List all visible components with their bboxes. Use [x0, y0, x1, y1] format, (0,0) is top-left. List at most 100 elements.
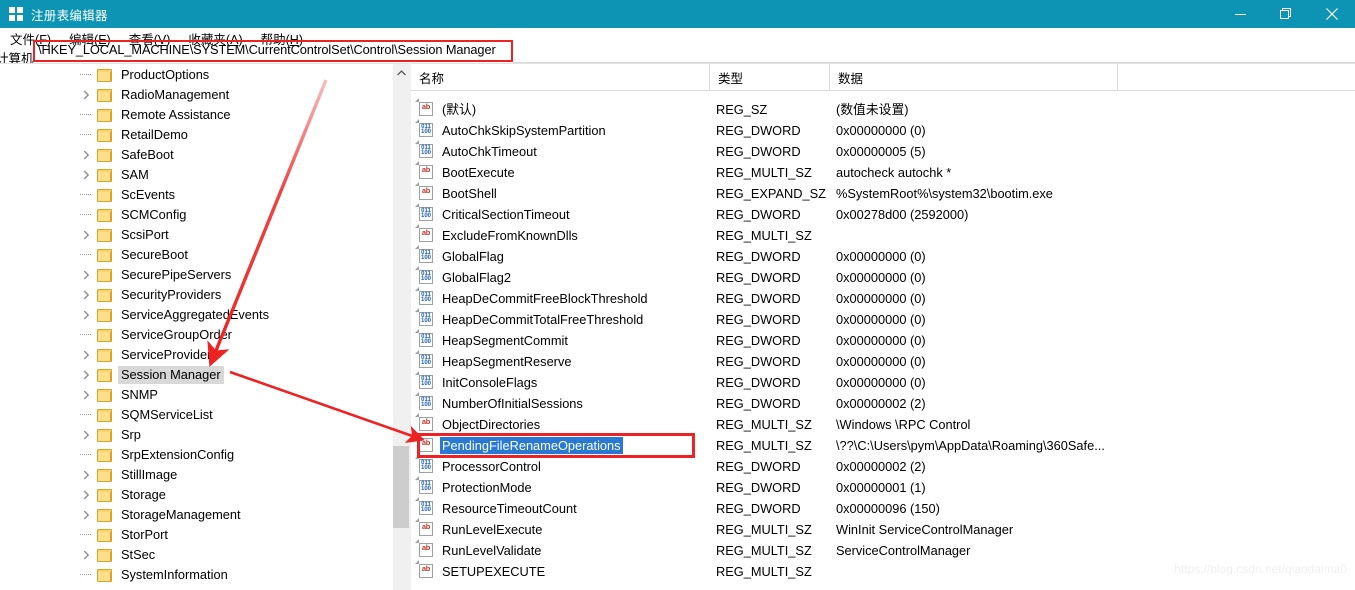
- value-data: 0x00000001 (1): [836, 480, 926, 495]
- table-row[interactable]: ab BootShell REG_EXPAND_SZ %SystemRoot%\sys…: [411, 182, 1355, 204]
- minimize-button[interactable]: [1217, 0, 1263, 28]
- tree-item-servicegrouporder[interactable]: ServiceGroupOrder: [0, 325, 393, 345]
- chevron-right-icon[interactable]: [78, 225, 94, 245]
- value-type: REG_MULTI_SZ: [716, 438, 812, 453]
- string-value-icon: ab: [415, 560, 434, 579]
- address-bar[interactable]: 计算机 \HKEY_LOCAL_MACHINE\SYSTEM\CurrentCo…: [0, 40, 1355, 66]
- table-row[interactable]: ab RunLevelExecute REG_MULTI_SZ WinInit Ser…: [411, 518, 1355, 540]
- tree-item-label: StorPort: [121, 527, 168, 542]
- table-row[interactable]: 011 100 AutoChkTimeout REG_DWORD 0x00000005 …: [411, 140, 1355, 162]
- table-row[interactable]: 011 100 ProtectionMode REG_DWORD 0x00000001 …: [411, 476, 1355, 498]
- chevron-right-icon[interactable]: [78, 485, 94, 505]
- tree-item-snmp[interactable]: SNMP: [0, 385, 393, 405]
- chevron-right-icon[interactable]: [78, 365, 94, 385]
- value-data: %SystemRoot%\system32\bootim.exe: [836, 186, 1053, 201]
- tree-item-stsec[interactable]: StSec: [0, 545, 393, 565]
- value-data: \??\C:\Users\pym\AppData\Roaming\360Safe…: [836, 438, 1105, 453]
- table-row[interactable]: 011 100 AutoChkSkipSystemPartition REG_DWOR…: [411, 119, 1355, 141]
- table-row[interactable]: 011 100 InitConsoleFlags REG_DWORD 0x0000000…: [411, 371, 1355, 393]
- value-type: REG_DWORD: [716, 249, 801, 264]
- tree-item-label: StSec: [121, 547, 156, 562]
- column-header-data[interactable]: 数据: [830, 64, 1118, 90]
- value-data: 0x00000000 (0): [836, 270, 926, 285]
- tree-item-safeboot[interactable]: SafeBoot: [0, 145, 393, 165]
- tree-scrollbar[interactable]: [393, 64, 409, 590]
- value-data: 0x00000096 (150): [836, 501, 940, 516]
- value-type: REG_DWORD: [716, 144, 801, 159]
- table-row[interactable]: ab (默认) REG_SZ (数值未设置): [411, 98, 1355, 120]
- value-name: HeapDeCommitFreeBlockThreshold: [442, 291, 648, 306]
- table-row[interactable]: 011 100 HeapDeCommitFreeBlockThreshold REG_…: [411, 287, 1355, 309]
- tree-item-securepipeservers[interactable]: SecurePipeServers: [0, 265, 393, 285]
- chevron-right-icon[interactable]: [78, 165, 94, 185]
- tree-item-securityproviders[interactable]: SecurityProviders: [0, 285, 393, 305]
- chevron-right-icon[interactable]: [78, 545, 94, 565]
- table-row[interactable]: ab ExcludeFromKnownDlls REG_MULTI_SZ: [411, 224, 1355, 246]
- tree-item-productoptions[interactable]: ProductOptions: [0, 65, 393, 85]
- tree-item-secureboot[interactable]: SecureBoot: [0, 245, 393, 265]
- folder-icon: [97, 489, 112, 502]
- table-row[interactable]: ab ObjectDirectories REG_MULTI_SZ \Windows …: [411, 413, 1355, 435]
- tree-item-scevents[interactable]: ScEvents: [0, 185, 393, 205]
- chevron-right-icon[interactable]: [78, 145, 94, 165]
- table-row[interactable]: 011 100 HeapSegmentReserve REG_DWORD 0x00000…: [411, 350, 1355, 372]
- chevron-right-icon[interactable]: [78, 385, 94, 405]
- tree-item-sam[interactable]: SAM: [0, 165, 393, 185]
- tree-item-srpextensionconfig[interactable]: SrpExtensionConfig: [0, 445, 393, 465]
- value-list-pane[interactable]: 名称 类型 数据 ab (默认) REG_SZ (数值未设置) 011 100 AutoCh…: [411, 64, 1355, 590]
- tree-item-retaildemo[interactable]: RetailDemo: [0, 125, 393, 145]
- dword-value-icon: 011 100: [415, 329, 434, 348]
- tree-connector-line: [80, 414, 91, 415]
- table-row[interactable]: 011 100 GlobalFlag2 REG_DWORD 0x00000000 (0): [411, 266, 1355, 288]
- chevron-right-icon[interactable]: [78, 505, 94, 525]
- value-type: REG_MULTI_SZ: [716, 417, 812, 432]
- tree-item-radiomanagement[interactable]: RadioManagement: [0, 85, 393, 105]
- tree-item-session-manager[interactable]: Session Manager: [0, 365, 393, 385]
- close-button[interactable]: [1309, 0, 1355, 28]
- column-header-name[interactable]: 名称: [411, 64, 710, 90]
- value-data: 0x00000005 (5): [836, 144, 926, 159]
- tree-item-sqmservicelist[interactable]: SQMServiceList: [0, 405, 393, 425]
- tree-item-serviceaggregatedevents[interactable]: ServiceAggregatedEvents: [0, 305, 393, 325]
- table-row[interactable]: 011 100 ResourceTimeoutCount REG_DWORD 0x000…: [411, 497, 1355, 519]
- chevron-right-icon[interactable]: [78, 85, 94, 105]
- value-type: REG_DWORD: [716, 123, 801, 138]
- table-row[interactable]: ab RunLevelValidate REG_MULTI_SZ ServiceCon…: [411, 539, 1355, 561]
- chevron-right-icon[interactable]: [78, 305, 94, 325]
- table-row[interactable]: 011 100 GlobalFlag REG_DWORD 0x00000000 (0): [411, 245, 1355, 267]
- chevron-right-icon[interactable]: [78, 425, 94, 445]
- value-data: (数值未设置): [836, 102, 909, 117]
- tree-item-storagemanagement[interactable]: StorageManagement: [0, 505, 393, 525]
- table-row[interactable]: 011 100 CriticalSectionTimeout REG_DWORD 0x0…: [411, 203, 1355, 225]
- table-row[interactable]: 011 100 HeapSegmentCommit REG_DWORD 0x000000…: [411, 329, 1355, 351]
- tree-item-scmconfig[interactable]: SCMConfig: [0, 205, 393, 225]
- chevron-right-icon[interactable]: [78, 285, 94, 305]
- tree-item-srp[interactable]: Srp: [0, 425, 393, 445]
- address-highlight-box: [33, 40, 513, 62]
- table-row[interactable]: ab BootExecute REG_MULTI_SZ autocheck autoc…: [411, 161, 1355, 183]
- table-row[interactable]: 011 100 NumberOfInitialSessions REG_DWORD 0x…: [411, 392, 1355, 414]
- tree-item-systeminformation[interactable]: SystemInformation: [0, 565, 393, 585]
- tree-item-serviceprovider[interactable]: ServiceProvider: [0, 345, 393, 365]
- table-row[interactable]: ab PendingFileRenameOperations REG_MULTI_S…: [411, 434, 1355, 456]
- chevron-right-icon[interactable]: [78, 465, 94, 485]
- value-name: GlobalFlag: [442, 249, 504, 264]
- registry-tree[interactable]: ProductOptions RadioManagement Remote Assi…: [0, 64, 393, 590]
- chevron-right-icon[interactable]: [78, 265, 94, 285]
- maximize-restore-button[interactable]: [1263, 0, 1309, 28]
- table-row[interactable]: 011 100 HeapDeCommitTotalFreeThreshold REG_…: [411, 308, 1355, 330]
- folder-icon: [97, 209, 112, 222]
- tree-scrollbar-thumb[interactable]: [393, 446, 409, 528]
- chevron-right-icon[interactable]: [78, 345, 94, 365]
- tree-item-storport[interactable]: StorPort: [0, 525, 393, 545]
- tree-item-remote-assistance[interactable]: Remote Assistance: [0, 105, 393, 125]
- folder-icon: [97, 89, 112, 102]
- column-header-type[interactable]: 类型: [710, 64, 830, 90]
- table-row[interactable]: 011 100 ProcessorControl REG_DWORD 0x0000000…: [411, 455, 1355, 477]
- scroll-up-arrow-icon[interactable]: [393, 64, 409, 81]
- tree-item-scsiport[interactable]: ScsiPort: [0, 225, 393, 245]
- tree-item-storage[interactable]: Storage: [0, 485, 393, 505]
- value-type: REG_MULTI_SZ: [716, 522, 812, 537]
- tree-item-stillimage[interactable]: StillImage: [0, 465, 393, 485]
- dword-value-icon: 011 100: [415, 455, 434, 474]
